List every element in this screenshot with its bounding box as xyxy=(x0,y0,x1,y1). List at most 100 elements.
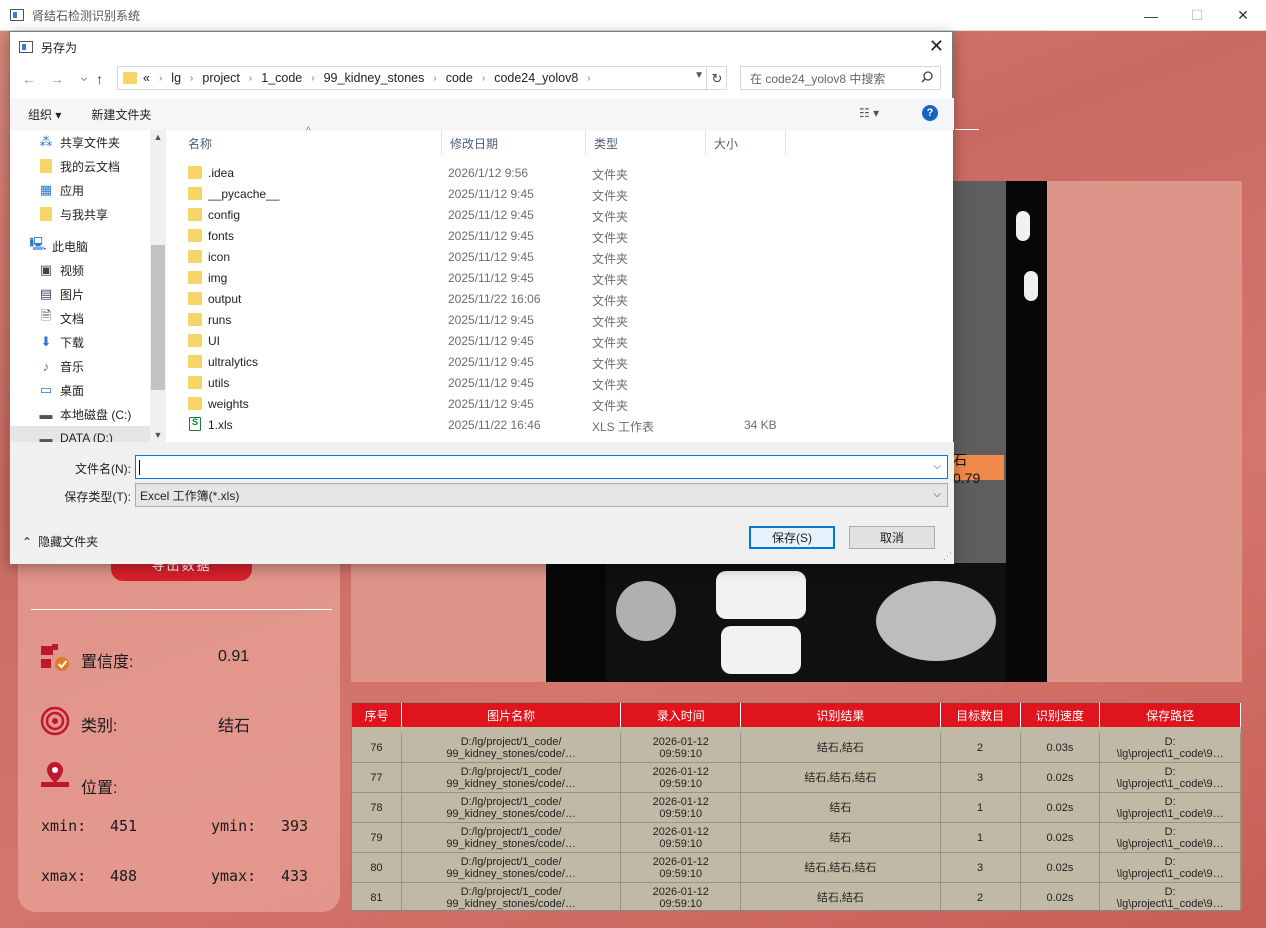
cell-time: 2026-01-12 09:59:10 xyxy=(621,823,742,852)
file-row-output[interactable]: output 2025/11/22 16:06 文件夹 xyxy=(166,289,953,310)
cell-index: 76 xyxy=(352,733,402,762)
column-header-date[interactable]: 修改日期 xyxy=(442,130,586,156)
cell-count: 2 xyxy=(941,733,1021,762)
ymax-value: 433 xyxy=(281,867,309,885)
table-row[interactable]: 77 D:/lg/project/1_code/ 99_kidney_stone… xyxy=(352,763,1241,793)
location-pin-icon xyxy=(41,762,69,787)
search-input[interactable]: 在 code24_yolov8 中搜索 xyxy=(740,66,941,90)
refresh-icon[interactable]: ↻ xyxy=(706,67,727,91)
nav-item-desktop[interactable]: ▭ 桌面 xyxy=(38,378,166,402)
column-header-size[interactable]: 大小 xyxy=(706,130,786,156)
cell-time: 2026-01-12 09:59:10 xyxy=(621,733,742,762)
nav-item-music[interactable]: ♪ 音乐 xyxy=(38,354,166,378)
file-name: runs xyxy=(208,313,232,327)
nav-item-shared-folder[interactable]: ⁂ 共享文件夹 xyxy=(38,130,166,154)
breadcrumb-code[interactable]: code xyxy=(446,71,473,85)
file-row-img[interactable]: img 2025/11/12 9:45 文件夹 xyxy=(166,268,953,289)
forward-arrow-icon[interactable]: → xyxy=(50,71,64,87)
app-close-button[interactable]: ✕ xyxy=(1220,0,1266,31)
table-row[interactable]: 76 D:/lg/project/1_code/ 99_kidney_stone… xyxy=(352,733,1241,763)
table-row[interactable]: 79 D:/lg/project/1_code/ 99_kidney_stone… xyxy=(352,823,1241,853)
save-button[interactable]: 保存(S) xyxy=(749,526,835,549)
header-index[interactable]: 序号 xyxy=(352,703,402,727)
file-row-idea[interactable]: .idea 2026/1/12 9:56 文件夹 xyxy=(166,163,953,184)
share-icon: ⁂ xyxy=(39,134,53,149)
file-row-xls[interactable]: 1.xls 2025/11/22 16:46 XLS 工作表 34 KB xyxy=(166,415,953,436)
app-titlebar: 肾结石检测识别系统 — ☐ ✕ xyxy=(0,0,1266,31)
scroll-down-icon[interactable]: ▼ xyxy=(150,430,166,440)
nav-item-documents[interactable]: 🗎 文档 xyxy=(38,306,166,330)
filetype-dropdown-chevron-icon[interactable]: ⌵ xyxy=(933,489,941,500)
help-icon[interactable]: ? xyxy=(922,105,938,121)
scroll-up-icon[interactable]: ▲ xyxy=(150,132,166,142)
breadcrumb-1-code[interactable]: 1_code xyxy=(261,71,302,85)
filename-input[interactable]: ⌵ xyxy=(135,455,948,479)
address-dropdown-chevron-icon[interactable]: ▼ xyxy=(694,70,704,81)
address-bar[interactable]: « › lg › project › 1_code › 99_kidney_stones… xyxy=(117,66,727,91)
dialog-close-icon[interactable]: ✕ xyxy=(929,36,944,57)
file-row-runs[interactable]: runs 2025/11/12 9:45 文件夹 xyxy=(166,310,953,331)
picture-icon: ▤ xyxy=(39,286,53,301)
up-arrow-icon[interactable]: ↑ xyxy=(96,71,103,87)
file-row-config[interactable]: config 2025/11/12 9:45 文件夹 xyxy=(166,205,953,226)
navigation-scrollbar[interactable]: ▲ ▼ xyxy=(150,130,166,442)
results-table[interactable]: 序号 图片名称 录入时间 识别结果 目标数目 识别速度 保存路径 76 D:/l… xyxy=(351,702,1242,911)
shared-with-me-icon xyxy=(38,207,54,221)
back-arrow-icon[interactable]: ← xyxy=(22,71,36,87)
filetype-select[interactable]: Excel 工作簿(*.xls) ⌵ xyxy=(135,483,948,507)
table-header: 序号 图片名称 录入时间 识别结果 目标数目 识别速度 保存路径 xyxy=(352,703,1241,727)
nav-item-downloads[interactable]: ⬇ 下载 xyxy=(38,330,166,354)
maximize-button[interactable]: ☐ xyxy=(1174,0,1220,31)
recent-locations-chevron-icon[interactable]: ⌄ xyxy=(78,68,90,85)
organize-menu[interactable]: 组织 ▾ xyxy=(28,106,61,123)
file-row-fonts[interactable]: fonts 2025/11/12 9:45 文件夹 xyxy=(166,226,953,247)
nav-item-this-pc[interactable]: 🖳 此电脑 xyxy=(29,234,166,258)
filename-dropdown-chevron-icon[interactable]: ⌵ xyxy=(933,461,941,472)
file-row-ui[interactable]: UI 2025/11/12 9:45 文件夹 xyxy=(166,331,953,352)
breadcrumb-separator-icon: › xyxy=(311,72,315,84)
nav-item-data-d[interactable]: ▬ DATA (D:) xyxy=(10,426,150,442)
new-folder-button[interactable]: 新建文件夹 xyxy=(91,106,151,123)
header-image-name[interactable]: 图片名称 xyxy=(402,703,622,727)
cell-time: 2026-01-12 09:59:10 xyxy=(621,793,742,822)
table-row[interactable]: 81 D:/lg/project/1_code/ 99_kidney_stone… xyxy=(352,883,1241,910)
file-type: 文件夹 xyxy=(592,210,629,224)
file-row-pycache[interactable]: __pycache__ 2025/11/12 9:45 文件夹 xyxy=(166,184,953,205)
view-options-icon[interactable]: ☷ ▾ xyxy=(859,106,879,120)
header-count[interactable]: 目标数目 xyxy=(941,703,1021,727)
file-row-weights[interactable]: weights 2025/11/12 9:45 文件夹 xyxy=(166,394,953,415)
nav-item-shared-with-me[interactable]: 与我共享 xyxy=(38,202,166,226)
breadcrumb-code24-yolov8[interactable]: code24_yolov8 xyxy=(494,71,578,85)
header-speed[interactable]: 识别速度 xyxy=(1021,703,1101,727)
nav-item-pictures[interactable]: ▤ 图片 xyxy=(38,282,166,306)
column-header-type[interactable]: 类型 xyxy=(586,130,706,156)
header-result[interactable]: 识别结果 xyxy=(741,703,941,727)
scrollbar-thumb[interactable] xyxy=(151,245,165,390)
ymax-label: ymax: xyxy=(211,867,257,885)
nav-item-cloud-docs[interactable]: 我的云文档 xyxy=(38,154,166,178)
nav-item-videos[interactable]: ▣ 视频 xyxy=(38,258,166,282)
breadcrumb-kidney-stones[interactable]: 99_kidney_stones xyxy=(324,71,425,85)
minimize-button[interactable]: — xyxy=(1128,0,1174,31)
header-save-path[interactable]: 保存路径 xyxy=(1100,703,1241,727)
cell-image-name: D:/lg/project/1_code/ 99_kidney_stones/c… xyxy=(402,793,622,822)
table-body: 76 D:/lg/project/1_code/ 99_kidney_stone… xyxy=(352,727,1241,910)
nav-item-local-disk-c[interactable]: ▬ 本地磁盘 (C:) xyxy=(38,402,166,426)
file-row-utils[interactable]: utils 2025/11/12 9:45 文件夹 xyxy=(166,373,953,394)
file-name: ultralytics xyxy=(208,355,259,369)
table-row[interactable]: 78 D:/lg/project/1_code/ 99_kidney_stone… xyxy=(352,793,1241,823)
resize-grip-icon[interactable]: ⋰ xyxy=(943,551,952,562)
file-row-icon[interactable]: icon 2025/11/12 9:45 文件夹 xyxy=(166,247,953,268)
column-header-name[interactable]: 名称 xyxy=(180,130,442,156)
breadcrumb-overflow[interactable]: « xyxy=(143,71,150,85)
hide-folders-toggle[interactable]: ⌃ 隐藏文件夹 xyxy=(22,533,98,550)
folder-icon xyxy=(188,229,202,242)
header-time[interactable]: 录入时间 xyxy=(621,703,742,727)
breadcrumb-project[interactable]: project xyxy=(202,71,240,85)
nav-item-apps[interactable]: ▦ 应用 xyxy=(38,178,166,202)
breadcrumb-lg[interactable]: lg xyxy=(171,71,181,85)
file-row-ultralytics[interactable]: ultralytics 2025/11/12 9:45 文件夹 xyxy=(166,352,953,373)
table-row[interactable]: 80 D:/lg/project/1_code/ 99_kidney_stone… xyxy=(352,853,1241,883)
cancel-button[interactable]: 取消 xyxy=(849,526,935,549)
search-icon[interactable] xyxy=(921,71,933,83)
